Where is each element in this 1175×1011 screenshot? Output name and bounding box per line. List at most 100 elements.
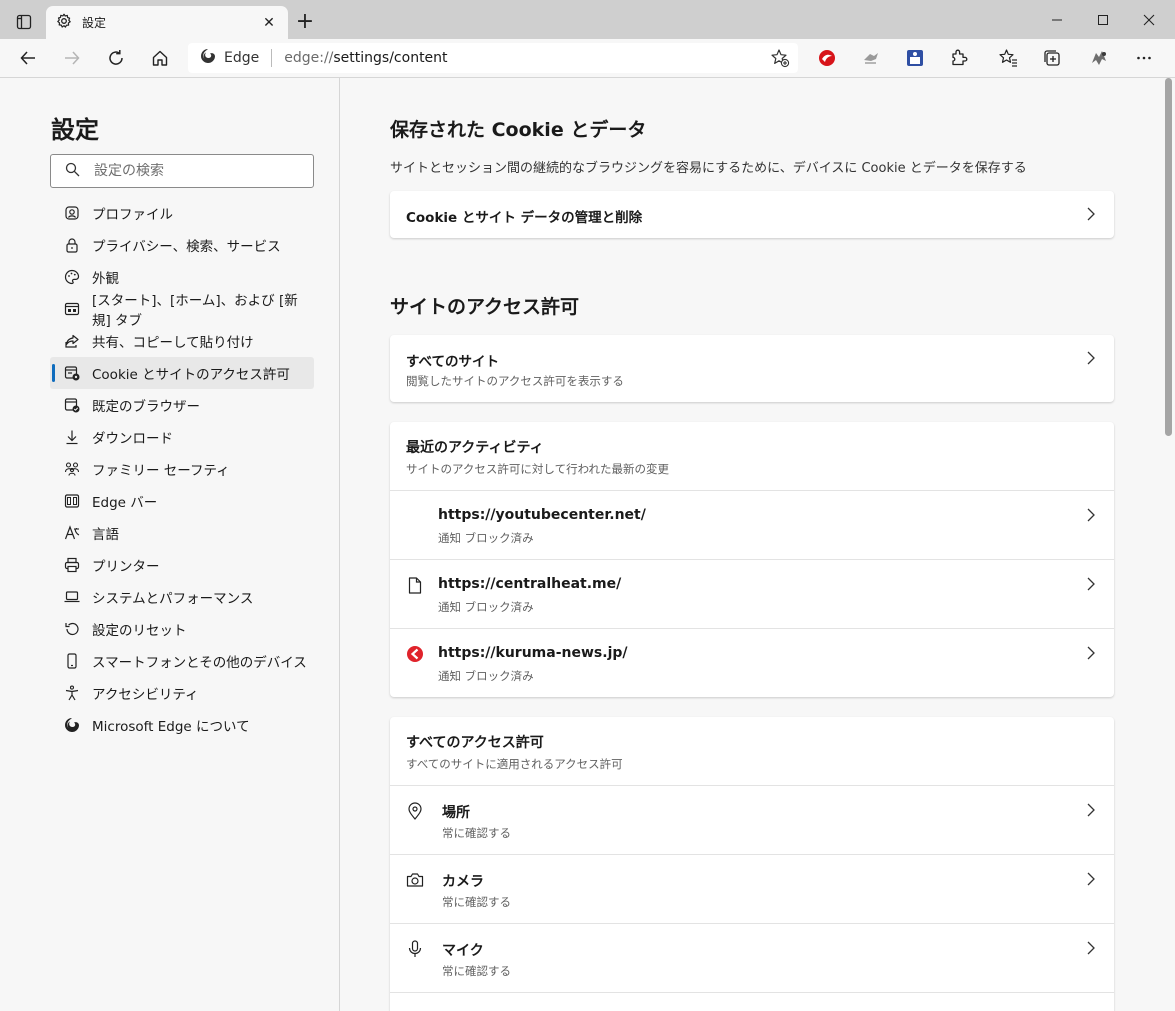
recent-site-row[interactable]: https://kuruma-news.jp/ 通知 ブロック済み (390, 628, 1114, 697)
sidebar-item-cookies-permissions[interactable]: Cookie とサイトのアクセス許可 (50, 357, 314, 389)
chevron-right-icon (1087, 207, 1095, 221)
all-permissions-subtitle: すべてのサイトに適用されるアクセス許可 (406, 757, 623, 771)
kuruma-news-favicon (406, 645, 424, 663)
all-sites-title: すべてのサイト (406, 354, 500, 370)
share-icon (64, 333, 80, 349)
site-identity-label: Edge (224, 50, 260, 66)
sidebar-item-label: 言語 (92, 527, 119, 543)
sidebar-item-newtab[interactable]: [スタート]、[ホーム]、および [新規] タブ (50, 293, 314, 329)
permission-row-microphone[interactable]: マイク 常に確認する (390, 923, 1114, 992)
sidebar-item-label: 外観 (92, 271, 119, 287)
sidebar-item-languages[interactable]: 言語 (50, 517, 314, 549)
newtab-icon (64, 301, 80, 317)
recent-activity-title: 最近のアクティビティ (406, 440, 544, 456)
close-tab-icon[interactable]: ✕ (260, 15, 278, 31)
profile-avatar-icon[interactable] (1084, 44, 1114, 72)
camera-icon (406, 871, 424, 889)
sidebar-item-family[interactable]: ファミリー セーフティ (50, 453, 314, 485)
permission-row-partial[interactable] (390, 992, 1114, 1011)
more-menu-icon[interactable] (1129, 44, 1159, 72)
site-url: https://centralheat.me/ (438, 576, 622, 592)
family-icon (64, 461, 80, 477)
url-path: settings/content (333, 50, 448, 66)
add-favorite-icon[interactable] (770, 48, 790, 68)
sidebar-item-label: システムとパフォーマンス (92, 591, 254, 607)
all-sites-card[interactable]: すべてのサイト 閲覧したサイトのアクセス許可を表示する (390, 335, 1114, 402)
site-url: https://kuruma-news.jp/ (438, 645, 628, 661)
address-bar[interactable]: Edge edge://settings/content (188, 43, 798, 73)
search-icon (65, 162, 80, 181)
extensions-puzzle-icon[interactable] (944, 44, 974, 72)
sidebar-item-label: プリンター (92, 559, 160, 575)
sidebar-item-share[interactable]: 共有、コピーして貼り付け (50, 325, 314, 357)
manage-cookies-card[interactable]: Cookie とサイト データの管理と削除 (390, 191, 1114, 238)
sidebar-item-label: 既定のブラウザー (92, 399, 200, 415)
extension-icon[interactable] (900, 44, 930, 72)
chevron-right-icon (1087, 508, 1095, 522)
sidebar-item-profiles[interactable]: プロファイル (50, 197, 314, 229)
settings-search[interactable] (50, 154, 314, 188)
tab-settings[interactable]: 設定 ✕ (46, 6, 288, 39)
laptop-icon (64, 589, 80, 605)
tab-actions-icon[interactable] (6, 8, 42, 36)
url-scheme: edge:// (284, 50, 334, 66)
profile-icon (64, 205, 80, 221)
permissions-heading: サイトのアクセス許可 (390, 296, 580, 318)
sidebar-title: 設定 (51, 116, 99, 144)
extension-icon[interactable] (856, 44, 886, 72)
sidebar-item-edge-bar[interactable]: Edge バー (50, 485, 314, 517)
favorites-icon[interactable] (993, 44, 1023, 72)
sidebar-item-phone[interactable]: スマートフォンとその他のデバイス (50, 645, 314, 677)
scrollbar-thumb[interactable] (1165, 78, 1172, 436)
close-window-button[interactable] (1126, 0, 1172, 39)
sidebar-item-default-browser[interactable]: 既定のブラウザー (50, 389, 314, 421)
permission-subtitle: 常に確認する (442, 826, 511, 840)
chevron-right-icon (1087, 803, 1095, 817)
permission-row-location[interactable]: 場所 常に確認する (390, 785, 1114, 854)
chevron-right-icon (1087, 351, 1095, 365)
collections-icon[interactable] (1037, 44, 1067, 72)
trend-micro-extension-icon[interactable] (812, 44, 842, 72)
permission-subtitle: 常に確認する (442, 964, 511, 978)
recent-activity-card: 最近のアクティビティ サイトのアクセス許可に対して行われた最新の変更 https… (390, 422, 1114, 697)
gear-icon (56, 13, 72, 33)
forward-button[interactable] (57, 44, 87, 72)
sidebar-item-downloads[interactable]: ダウンロード (50, 421, 314, 453)
recent-site-row[interactable]: https://youtubecenter.net/ 通知 ブロック済み (390, 490, 1114, 559)
back-button[interactable] (13, 44, 43, 72)
language-icon (64, 525, 80, 541)
edge-bar-icon (64, 493, 80, 509)
recent-activity-subtitle: サイトのアクセス許可に対して行われた最新の変更 (406, 462, 670, 476)
sidebar-item-about[interactable]: Microsoft Edge について (50, 709, 314, 741)
vertical-scrollbar[interactable] (1161, 78, 1175, 1011)
maximize-button[interactable] (1080, 0, 1126, 39)
permission-row-camera[interactable]: カメラ 常に確認する (390, 854, 1114, 923)
home-button[interactable] (145, 44, 175, 72)
permission-title: マイク (442, 943, 484, 959)
site-permissions-icon (64, 365, 80, 381)
minimize-button[interactable] (1034, 0, 1080, 39)
sidebar-item-privacy[interactable]: プライバシー、検索、サービス (50, 229, 314, 261)
location-icon (406, 802, 424, 820)
browser-toolbar: Edge edge://settings/content (0, 39, 1175, 78)
new-tab-button[interactable]: + (292, 10, 318, 36)
sidebar-item-label: アクセシビリティ (92, 687, 199, 703)
sidebar-item-label: Cookie とサイトのアクセス許可 (92, 367, 290, 383)
accessibility-icon (64, 685, 80, 701)
sidebar-item-accessibility[interactable]: アクセシビリティ (50, 677, 314, 709)
sidebar-item-system[interactable]: システムとパフォーマンス (50, 581, 314, 613)
chevron-right-icon (1087, 577, 1095, 591)
all-permissions-title: すべてのアクセス許可 (406, 735, 544, 751)
refresh-button[interactable] (101, 44, 131, 72)
site-status: 通知 ブロック済み (438, 669, 534, 683)
download-icon (64, 429, 80, 445)
palette-icon (64, 269, 80, 285)
sidebar-item-label: Microsoft Edge について (92, 719, 250, 735)
cookies-description: サイトとセッション間の継続的なブラウジングを容易にするために、デバイスに Coo… (390, 161, 1027, 176)
recent-site-row[interactable]: https://centralheat.me/ 通知 ブロック済み (390, 559, 1114, 628)
search-input[interactable] (94, 163, 294, 179)
sidebar-item-reset[interactable]: 設定のリセット (50, 613, 314, 645)
sidebar-item-printers[interactable]: プリンター (50, 549, 314, 581)
printer-icon (64, 557, 80, 573)
sidebar-item-label: ダウンロード (92, 431, 173, 447)
